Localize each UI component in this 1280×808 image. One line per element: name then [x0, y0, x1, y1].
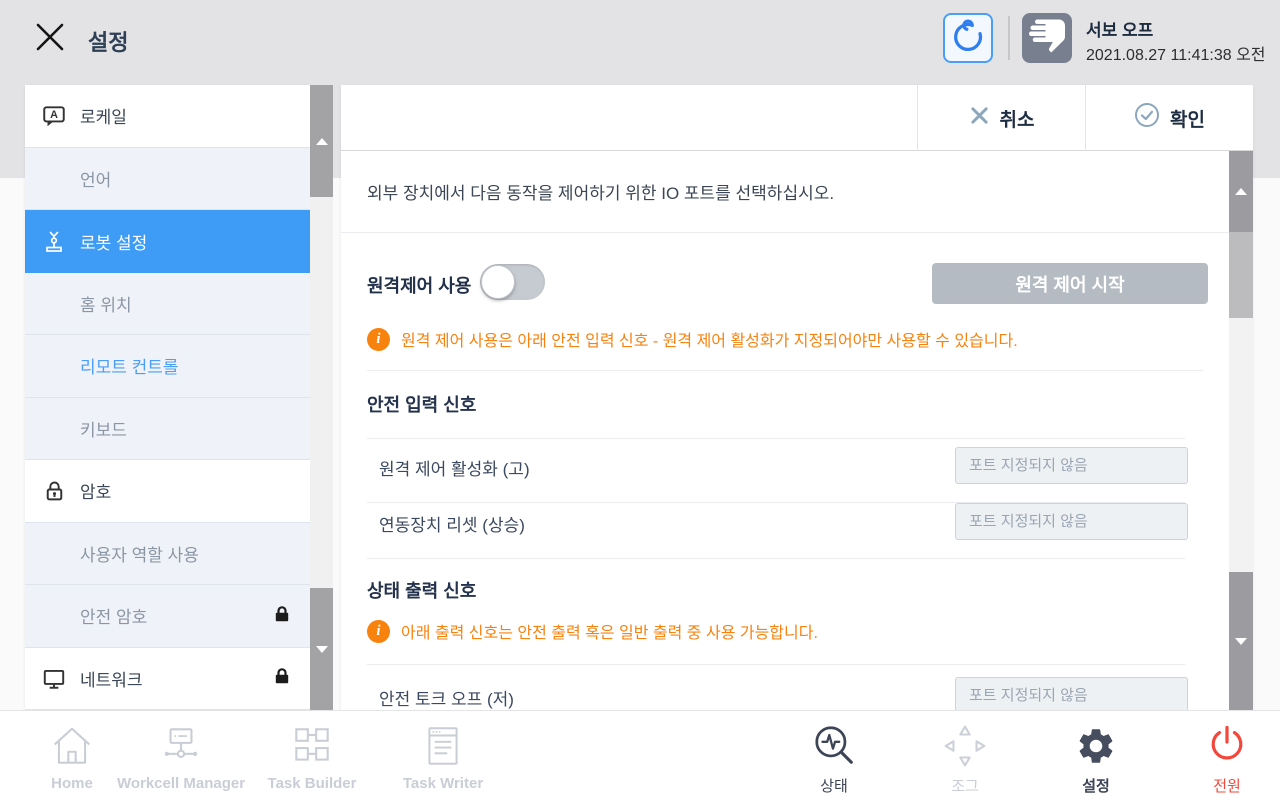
content-body: 외부 장치에서 다음 동작을 제어하기 위한 IO 포트를 선택하십시오. 원격… [341, 151, 1253, 710]
content-toolbar: 취소 확인 [341, 85, 1253, 151]
sidebar-item-language[interactable]: 언어 [25, 148, 310, 211]
scroll-up-button[interactable] [1229, 151, 1253, 232]
sidebar-item-label: 암호 [80, 478, 111, 503]
scroll-down-button[interactable] [310, 588, 333, 710]
scroll-down-icon [316, 646, 328, 653]
header-divider [1008, 16, 1010, 60]
nav-label: Task Writer [363, 775, 523, 792]
task-writer-icon [363, 721, 523, 771]
sidebar-item-locale[interactable]: A 로케일 [25, 85, 310, 148]
port-input-remote-enable[interactable] [955, 447, 1188, 484]
monitor-icon [40, 664, 68, 692]
locked-icon [272, 603, 292, 628]
sidebar-item-password[interactable]: 암호 [25, 460, 310, 523]
nav-task-writer[interactable]: Task Writer [363, 721, 523, 792]
scroll-down-icon [1235, 638, 1247, 645]
sidebar-item-label: 홈 위치 [80, 291, 132, 316]
nav-power[interactable]: 전원 [1147, 721, 1280, 796]
bottom-navigation: Home Workcell Manager [0, 710, 1280, 808]
output-section-title: 상태 출력 신호 [367, 577, 476, 603]
sidebar-item-keyboard[interactable]: 키보드 [25, 398, 310, 461]
confirm-button[interactable]: 확인 [1085, 85, 1253, 151]
content-scrollbar[interactable] [1229, 151, 1253, 710]
sidebar-item-label: 리모트 컨트롤 [80, 353, 179, 378]
locked-icon [272, 666, 292, 691]
status-timestamp: 2021.08.27 11:41:38 오전 [1086, 41, 1266, 65]
close-icon[interactable] [33, 20, 67, 54]
sidebar-item-remote-control[interactable]: 리모트 컨트롤 [25, 335, 310, 398]
scroll-thumb[interactable] [1229, 232, 1253, 318]
sidebar-item-label: 네트워크 [80, 666, 143, 691]
cancel-x-icon [969, 105, 990, 132]
gripper-tool-button[interactable] [943, 13, 993, 63]
svg-text:A: A [50, 109, 58, 121]
cancel-button[interactable]: 취소 [917, 85, 1085, 151]
settings-sidebar: A 로케일 언어 로봇 설정 홈 위치 리모트 컨트롤 키보드 [25, 85, 310, 710]
nav-label: 전원 [1147, 775, 1280, 796]
robot-icon [40, 227, 68, 255]
page-title: 설정 [88, 25, 128, 57]
remote-control-toggle[interactable] [480, 264, 545, 300]
scroll-up-icon [1235, 188, 1247, 195]
remote-toggle-label: 원격제어 사용 [367, 272, 471, 298]
output-info-row: i 아래 출력 신호는 안전 출력 혹은 일반 출력 중 사용 가능합니다. [367, 619, 1197, 643]
divider [367, 664, 1185, 665]
sidebar-item-robot-settings[interactable]: 로봇 설정 [25, 210, 310, 273]
sidebar-item-safety-password[interactable]: 안전 암호 [25, 585, 310, 648]
confirm-check-icon [1134, 102, 1160, 134]
locale-icon: A [40, 102, 68, 130]
scroll-up-icon [316, 138, 328, 145]
divider [367, 370, 1203, 371]
sidebar-item-label: 로봇 설정 [80, 229, 147, 254]
field-label-remote-enable: 원격 제어 활성화 (고) [379, 455, 530, 480]
remote-info-text: 원격 제어 사용은 아래 안전 입력 신호 - 원격 제어 활성화가 지정되어야… [401, 327, 1018, 351]
cancel-label: 취소 [1000, 105, 1035, 132]
info-icon: i [367, 620, 390, 643]
sidebar-item-label: 사용자 역할 사용 [80, 541, 199, 566]
manual-mode-badge[interactable] [1022, 13, 1072, 63]
sidebar-item-user-role[interactable]: 사용자 역할 사용 [25, 523, 310, 586]
page-description: 외부 장치에서 다음 동작을 제어하기 위한 IO 포트를 선택하십시오. [341, 151, 1229, 233]
sidebar-item-network[interactable]: 네트워크 [25, 648, 310, 711]
field-label-interlock-reset: 연동장치 리셋 (상승) [379, 511, 525, 536]
servo-status: 서보 오프 [1086, 16, 1153, 41]
port-input-interlock-reset[interactable] [955, 503, 1188, 540]
input-section-title: 안전 입력 신호 [367, 391, 476, 417]
sidebar-item-label: 언어 [80, 166, 111, 191]
output-info-text: 아래 출력 신호는 안전 출력 혹은 일반 출력 중 사용 가능합니다. [401, 619, 818, 643]
sidebar-item-label: 안전 암호 [80, 603, 147, 628]
sidebar-item-label: 로케일 [80, 103, 127, 128]
power-icon [1147, 721, 1280, 771]
toggle-knob [481, 265, 515, 299]
divider [367, 558, 1185, 559]
confirm-label: 확인 [1170, 105, 1205, 132]
scroll-down-button[interactable] [1229, 572, 1253, 710]
remote-start-button[interactable]: 원격 제어 시작 [932, 263, 1208, 304]
info-icon: i [367, 328, 390, 351]
field-label-safe-torque-off: 안전 토크 오프 (저) [379, 685, 514, 710]
remote-info-row: i 원격 제어 사용은 아래 안전 입력 신호 - 원격 제어 활성화가 지정되… [367, 327, 1197, 351]
lock-outline-icon [40, 477, 68, 505]
gripper-icon [947, 15, 989, 62]
sidebar-item-home-position[interactable]: 홈 위치 [25, 273, 310, 336]
sidebar-scrollbar[interactable] [310, 85, 333, 710]
remote-control-panel: 취소 확인 외부 장치에서 다음 동작을 제어하기 위한 IO 포트를 선택하십… [341, 85, 1253, 710]
port-input-safe-torque-off[interactable] [955, 677, 1188, 710]
divider [367, 438, 1185, 439]
hand-icon [1029, 18, 1065, 59]
sidebar-item-label: 키보드 [80, 416, 127, 441]
scroll-up-button[interactable] [310, 85, 333, 197]
